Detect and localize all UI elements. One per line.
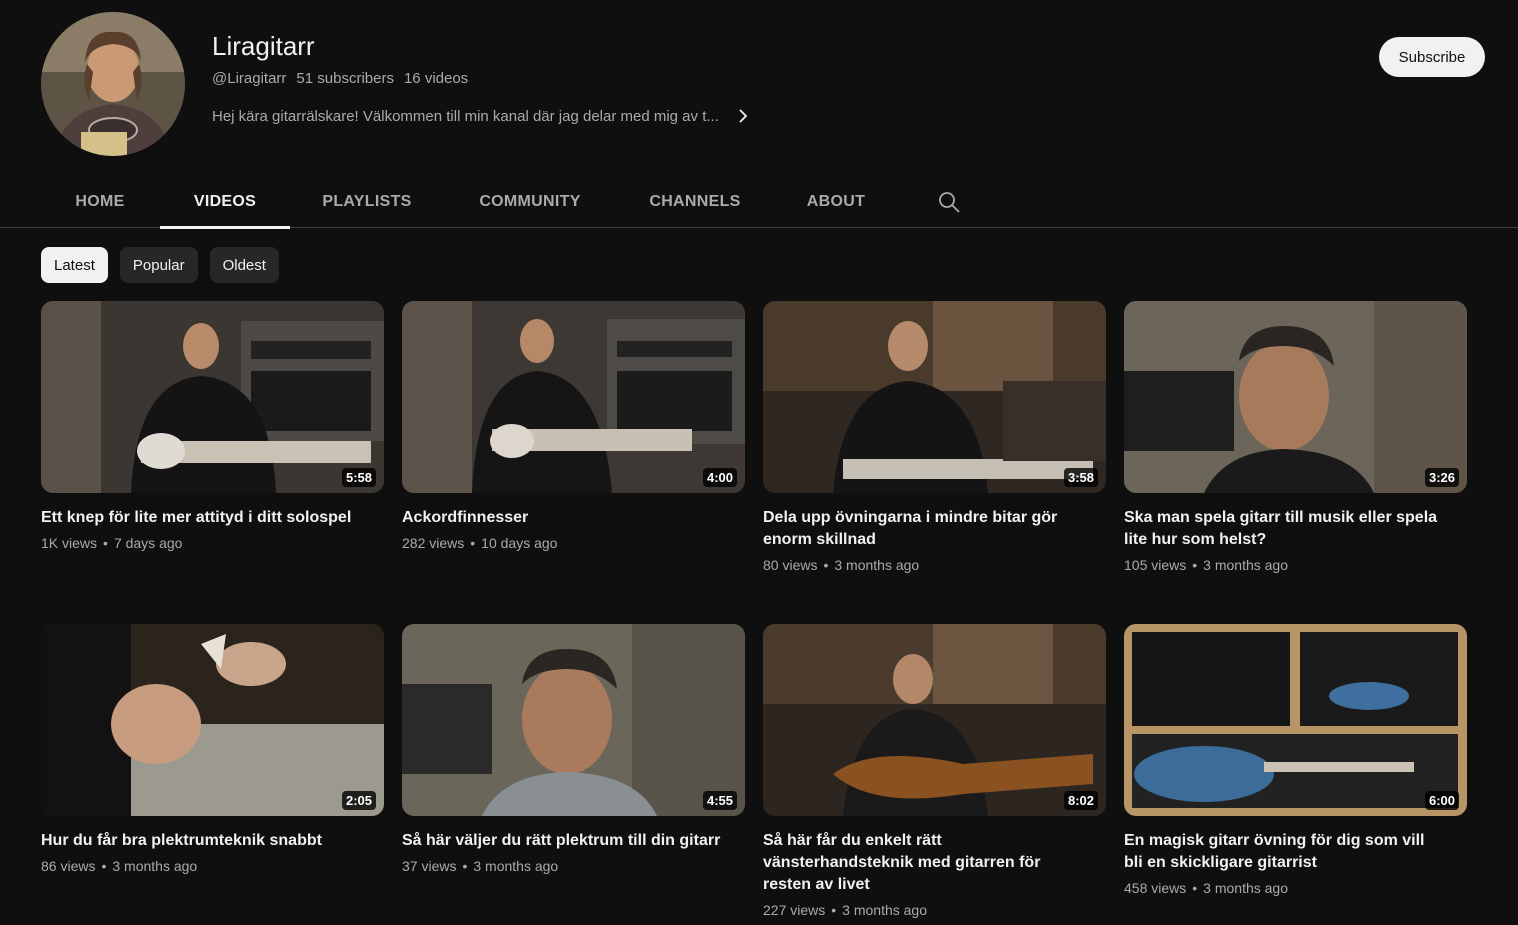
video-age: 3 months ago [473,858,559,874]
video-age: 3 months ago [1203,880,1289,896]
search-icon[interactable] [937,190,961,214]
video-views: 86 views [41,858,96,874]
video-thumbnail[interactable]: 8:02 [763,624,1106,816]
video-thumbnail[interactable]: 3:26 [1124,301,1467,493]
video-card[interactable]: 3:58 Dela upp övningarna i mindre bitar … [763,301,1106,573]
video-age: 3 months ago [842,902,928,918]
video-card[interactable]: 6:00 En magisk gitarr övning för dig som… [1124,624,1467,896]
video-thumbnail[interactable]: 2:05 [41,624,384,816]
video-age: 10 days ago [481,535,558,551]
video-title[interactable]: Ett knep för lite mer attityd i ditt sol… [41,507,384,529]
separator-dot: • [1192,880,1198,896]
video-age: 3 months ago [112,858,198,874]
separator-dot: • [823,557,829,573]
chip-oldest[interactable]: Oldest [209,247,279,283]
channel-header: Liragitarr @Liragitarr 51 subscribers 16… [0,0,1518,180]
tab-channels[interactable]: CHANNELS [616,176,774,228]
tab-home[interactable]: HOME [41,176,159,228]
channel-tabs: HOME VIDEOS PLAYLISTS COMMUNITY CHANNELS… [0,176,1518,229]
video-stats: 282 views • 10 days ago [402,535,745,551]
video-card[interactable]: 4:00 Ackordfinnesser 282 views • 10 days… [402,301,745,551]
separator-dot: • [101,858,107,874]
video-thumbnail[interactable]: 3:58 [763,301,1106,493]
video-thumbnail[interactable]: 5:58 [41,301,384,493]
channel-avatar[interactable] [41,12,185,156]
separator-dot: • [831,902,837,918]
video-stats: 1K views • 7 days ago [41,535,384,551]
channel-handle: @Liragitarr [212,70,287,87]
video-thumbnail[interactable]: 4:00 [402,301,745,493]
video-stats: 80 views • 3 months ago [763,557,1106,573]
video-thumbnail[interactable]: 4:55 [402,624,745,816]
separator-dot: • [462,858,468,874]
separator-dot: • [470,535,476,551]
video-duration: 8:02 [1063,791,1098,810]
video-duration: 2:05 [341,791,376,810]
video-views: 37 views [402,858,457,874]
video-card[interactable]: 8:02 Så här får du enkelt rätt vänsterha… [763,624,1106,918]
video-duration: 3:58 [1063,468,1098,487]
video-views: 458 views [1124,880,1187,896]
video-stats: 37 views • 3 months ago [402,858,745,874]
video-title[interactable]: Hur du får bra plektrumteknik snabbt [41,830,384,852]
video-age: 3 months ago [1203,557,1289,573]
video-title[interactable]: Så här väljer du rätt plektrum till din … [402,830,745,852]
tab-community[interactable]: COMMUNITY [444,176,616,228]
video-duration: 4:55 [702,791,737,810]
video-thumbnail[interactable]: 6:00 [1124,624,1467,816]
channel-description[interactable]: Hej kära gitarrälskare! Välkommen till m… [212,106,753,126]
chip-latest[interactable]: Latest [41,247,108,283]
video-title[interactable]: Ackordfinnesser [402,507,745,529]
video-views: 227 views [763,902,826,918]
video-count: 16 videos [403,70,469,87]
avatar-image [41,12,185,156]
video-views: 1K views [41,535,98,551]
subscriber-count: 51 subscribers [296,70,394,87]
chevron-right-icon[interactable] [733,106,753,126]
channel-name: Liragitarr [212,31,315,61]
video-card[interactable]: 2:05 Hur du får bra plektrumteknik snabb… [41,624,384,874]
video-card[interactable]: 5:58 Ett knep för lite mer attityd i dit… [41,301,384,551]
channel-meta: @Liragitarr 51 subscribers 16 videos [212,70,468,87]
video-views: 282 views [402,535,465,551]
video-duration: 6:00 [1424,791,1459,810]
video-title[interactable]: En magisk gitarr övning för dig som vill… [1124,830,1467,874]
video-card[interactable]: 3:26 Ska man spela gitarr till musik ell… [1124,301,1467,573]
chip-popular[interactable]: Popular [119,247,198,283]
video-duration: 4:00 [702,468,737,487]
video-views: 105 views [1124,557,1187,573]
video-duration: 3:26 [1424,468,1459,487]
video-stats: 227 views • 3 months ago [763,902,1106,918]
video-title[interactable]: Så här får du enkelt rätt vänsterhandste… [763,830,1106,896]
video-stats: 105 views • 3 months ago [1124,557,1467,573]
video-duration: 5:58 [341,468,376,487]
tab-about[interactable]: ABOUT [774,176,898,228]
video-title[interactable]: Ska man spela gitarr till musik eller sp… [1124,507,1467,551]
video-stats: 86 views • 3 months ago [41,858,384,874]
channel-description-text: Hej kära gitarrälskare! Välkommen till m… [212,107,719,125]
video-title[interactable]: Dela upp övningarna i mindre bitar gör e… [763,507,1106,551]
video-card[interactable]: 4:55 Så här väljer du rätt plektrum till… [402,624,745,874]
video-views: 80 views [763,557,818,573]
sort-chips: Latest Popular Oldest [41,247,279,283]
tab-videos[interactable]: VIDEOS [160,176,290,229]
video-age: 7 days ago [113,535,183,551]
video-age: 3 months ago [834,557,920,573]
tab-playlists[interactable]: PLAYLISTS [290,176,444,228]
separator-dot: • [103,535,108,551]
separator-dot: • [1192,557,1198,573]
subscribe-button[interactable]: Subscribe [1379,37,1485,77]
video-stats: 458 views • 3 months ago [1124,880,1467,896]
